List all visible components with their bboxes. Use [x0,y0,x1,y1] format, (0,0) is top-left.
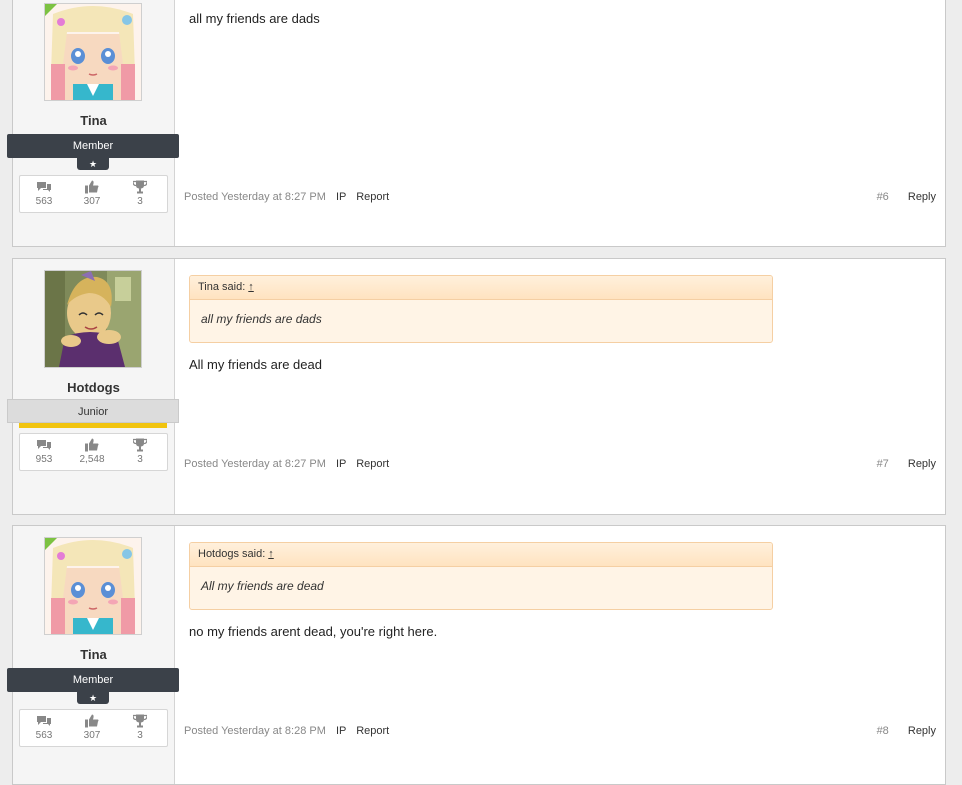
stat-likes[interactable]: 307 [72,714,112,741]
stat-posts[interactable]: 563 [24,714,64,741]
post-timestamp[interactable]: Yesterday at 8:27 PM [221,458,326,470]
speech-bubbles-icon [37,716,51,726]
post-number[interactable]: #8 [877,725,889,737]
posted-label: Posted [184,725,219,737]
stat-likes[interactable]: 307 [72,180,112,207]
reply-button[interactable]: Reply [908,725,936,737]
post-content: Tina said: ↑ all my friends are dads All … [184,259,945,514]
post-timestamp[interactable]: Yesterday at 8:28 PM [221,725,326,737]
star-icon: ★ [77,158,109,170]
post-content: all my friends are dads Posted Yesterday… [184,0,945,246]
post-6: Tina Member ★ 563 307 3 all my friends a… [7,0,946,247]
post-number[interactable]: #6 [877,191,889,203]
post-footer: Posted Yesterday at 8:27 PM IP Report #7… [184,458,936,470]
user-stats: 563 307 3 [19,709,168,747]
speech-bubbles-icon [37,440,51,450]
quote-text: all my friends are dads [201,312,322,326]
post-author-sidebar: Tina Member ★ 563 307 3 [7,0,179,246]
thumbs-up-icon [85,714,99,728]
post-content: Hotdogs said: ↑ All my friends are dead n… [184,526,945,784]
stat-trophies-count: 3 [137,454,143,465]
username[interactable]: Tina [13,647,174,662]
message-text: no my friends arent dead, you're right h… [189,624,438,639]
post-7: Hotdogs Junior 953 2,548 3 Tina said: ↑ a… [7,258,946,515]
username[interactable]: Tina [13,113,174,128]
quote-block: Hotdogs said: ↑ All my friends are dead [189,542,773,610]
post-footer: Posted Yesterday at 8:28 PM IP Report #8… [184,725,936,737]
posted-label: Posted [184,191,219,203]
username[interactable]: Hotdogs [13,380,174,395]
trophy-icon [133,438,147,452]
thumbs-up-icon [85,180,99,194]
quote-jump-link[interactable]: ↑ [268,548,274,560]
rank-badge: Junior [7,399,179,423]
stat-posts-count: 563 [35,196,53,207]
report-link[interactable]: Report [356,458,389,470]
avatar[interactable] [44,270,142,368]
stat-posts[interactable]: 953 [24,438,64,465]
post-footer: Posted Yesterday at 8:27 PM IP Report #6… [184,191,936,203]
reply-button[interactable]: Reply [908,458,936,470]
user-stats: 953 2,548 3 [19,433,168,471]
post-author-sidebar: Hotdogs Junior 953 2,548 3 [7,259,179,514]
trophy-icon [133,714,147,728]
stat-trophies-count: 3 [137,196,143,207]
stat-trophies[interactable]: 3 [120,714,160,741]
rank-badge: Member [7,668,179,692]
ip-link[interactable]: IP [336,191,346,203]
post-author-sidebar: Tina Member ★ 563 307 3 [7,526,179,784]
quote-header: Tina said: ↑ [190,276,772,300]
speech-bubbles-icon [37,182,51,192]
stat-likes-count: 307 [83,730,101,741]
avatar[interactable] [44,537,142,635]
stat-trophies[interactable]: 3 [120,438,160,465]
stat-posts[interactable]: 563 [24,180,64,207]
reply-button[interactable]: Reply [908,191,936,203]
thumbs-up-icon [85,438,99,452]
quote-author: Tina said: [198,281,246,293]
message-text: all my friends are dads [189,11,320,26]
stat-likes-count: 2,548 [79,454,105,465]
rank-badge: Member [7,134,179,158]
post-8: Tina Member ★ 563 307 3 Hotdogs said: ↑ A… [7,525,946,785]
star-icon: ★ [77,692,109,704]
quote-block: Tina said: ↑ all my friends are dads [189,275,773,343]
quote-text: All my friends are dead [201,579,324,593]
stat-likes-count: 307 [83,196,101,207]
stat-trophies-count: 3 [137,730,143,741]
stat-trophies[interactable]: 3 [120,180,160,207]
report-link[interactable]: Report [356,191,389,203]
stat-likes[interactable]: 2,548 [72,438,112,465]
quote-header: Hotdogs said: ↑ [190,543,772,567]
stat-posts-count: 953 [35,454,53,465]
post-number[interactable]: #7 [877,458,889,470]
rank-progress-bar [19,423,167,428]
ip-link[interactable]: IP [336,458,346,470]
stat-posts-count: 563 [35,730,53,741]
avatar[interactable] [44,3,142,101]
post-timestamp[interactable]: Yesterday at 8:27 PM [221,191,326,203]
report-link[interactable]: Report [356,725,389,737]
message-text: All my friends are dead [189,357,322,372]
trophy-icon [133,180,147,194]
quote-author: Hotdogs said: [198,548,266,560]
ip-link[interactable]: IP [336,725,346,737]
quote-jump-link[interactable]: ↑ [248,281,254,293]
posted-label: Posted [184,458,219,470]
user-stats: 563 307 3 [19,175,168,213]
